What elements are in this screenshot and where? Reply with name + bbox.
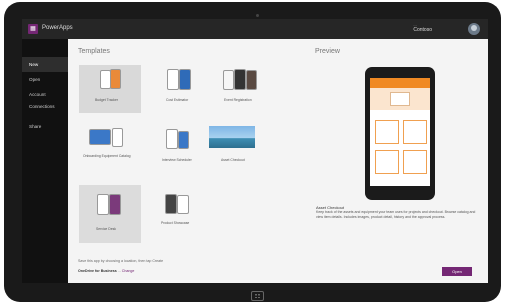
template-card-event-registration[interactable]: Event Registration (209, 65, 271, 113)
template-thumbnail (209, 126, 255, 148)
template-caption: Budget Tracker (95, 98, 118, 102)
template-card-interview-scheduler[interactable]: Interview Scheduler (148, 126, 210, 174)
title-bar: ▦ PowerApps ... Contoso (22, 19, 488, 39)
camera (256, 14, 259, 17)
template-caption: Product Showcase (161, 221, 190, 225)
template-caption: Asset Checkout (221, 158, 245, 162)
template-thumbnail (112, 128, 123, 147)
change-location-link[interactable]: Change (122, 269, 135, 273)
save-location-hint: Save this app by choosing a location, th… (78, 259, 164, 263)
template-caption: Interview Scheduler (162, 158, 192, 162)
main-content: Templates Preview Budget Tracker Cost Es… (68, 39, 488, 283)
preview-image (390, 92, 410, 106)
app-screen: ▦ PowerApps ... Contoso New Open Account… (22, 19, 488, 283)
save-location-label: OneDrive for Business (78, 269, 117, 273)
avatar[interactable] (468, 23, 480, 35)
preview-phone (365, 67, 435, 200)
sidebar-item-new[interactable]: New (22, 57, 68, 72)
template-thumbnail (177, 195, 189, 214)
template-card-service-desk[interactable]: Service Desk (79, 185, 141, 243)
template-thumbnail (178, 131, 189, 149)
account-info[interactable]: ... Contoso (413, 22, 432, 33)
sidebar-item-open[interactable]: Open (22, 72, 68, 87)
preview-screen (370, 78, 430, 186)
template-card-travel[interactable]: Asset Checkout (209, 126, 271, 174)
template-thumbnail (246, 70, 257, 90)
template-thumbnail (166, 129, 178, 149)
windows-home-button[interactable] (251, 291, 264, 301)
templates-heading: Templates (78, 48, 110, 55)
sidebar: New Open Account Connections Share (22, 39, 68, 283)
preview-description-block: Asset Checkout Keep track of the assets … (316, 205, 476, 220)
powerapps-logo-icon: ▦ (28, 24, 38, 34)
preview-tile (375, 150, 399, 174)
template-thumbnail (234, 69, 246, 90)
template-thumbnail (167, 69, 179, 90)
save-location: OneDrive for Business ... Change (78, 269, 134, 273)
save-location-path: ... (117, 269, 121, 273)
template-card-product-showcase[interactable]: Product Showcase (148, 185, 210, 233)
preview-description: Keep track of the assets and equipment y… (316, 210, 476, 219)
preview-tile (375, 120, 399, 144)
app-title[interactable]: PowerApps (42, 25, 73, 31)
template-thumbnail (165, 194, 177, 214)
template-thumbnail (179, 69, 191, 90)
template-thumbnail (109, 194, 121, 215)
sidebar-item-connections[interactable]: Connections (22, 102, 68, 119)
open-button[interactable]: Open (442, 267, 472, 276)
template-card-budget-tracker[interactable]: Budget Tracker (79, 65, 141, 113)
template-caption: Event Registration (224, 98, 252, 102)
template-thumbnail (89, 129, 111, 145)
preview-tile (403, 150, 427, 174)
template-caption: Cost Estimator (166, 98, 189, 102)
template-card-onboarding[interactable]: Onboarding Equipment Catalog (79, 126, 141, 174)
sidebar-item-share[interactable]: Share (22, 119, 68, 134)
template-caption: Onboarding Equipment Catalog (83, 154, 131, 158)
template-caption: Service Desk (96, 227, 116, 231)
preview-heading: Preview (315, 48, 340, 55)
template-thumbnail (110, 69, 121, 89)
sidebar-item-account[interactable]: Account (22, 87, 68, 102)
preview-header (370, 78, 430, 88)
template-thumbnail (223, 70, 234, 90)
template-card-cost-estimator[interactable]: Cost Estimator (148, 65, 210, 113)
template-thumbnail (97, 194, 109, 215)
preview-tile (403, 120, 427, 144)
account-org: Contoso (413, 27, 432, 33)
